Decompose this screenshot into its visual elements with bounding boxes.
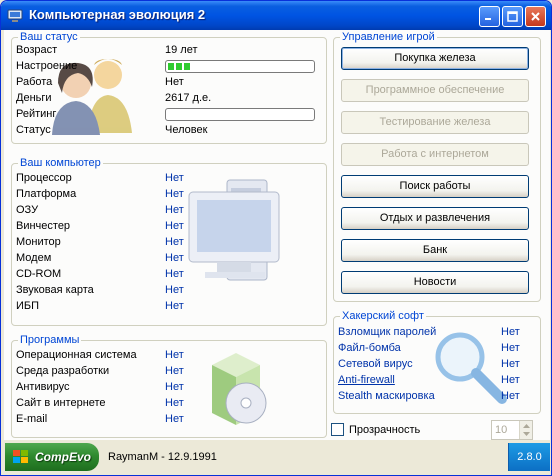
stealth-value: Нет	[501, 390, 520, 402]
computer-row-ram: ОЗУ	[16, 204, 39, 216]
file-bomb-value: Нет	[501, 342, 520, 354]
status-group: Ваш статус Возраст 19 лет Настроение Раб…	[11, 30, 327, 144]
email-value: Нет	[165, 413, 184, 425]
ide-value: Нет	[165, 365, 184, 377]
version-label: 2.8.0	[508, 443, 550, 471]
close-icon	[531, 12, 540, 21]
anti-firewall-value: Нет	[501, 374, 520, 386]
computer-icon	[188, 179, 280, 281]
network-virus-value: Нет	[501, 358, 520, 370]
start-button[interactable]: CompEvo 2	[5, 443, 99, 471]
transparency-spinner[interactable]: 10	[491, 420, 533, 440]
hacker-group: Хакерский софт Взломщик паролей Нет Файл…	[333, 309, 541, 414]
os-value: Нет	[165, 349, 184, 361]
app-icon	[7, 9, 23, 22]
hacker-row-network-virus: Сетевой вирус	[338, 358, 413, 370]
spinner-up-icon	[523, 424, 530, 428]
status-bar: CompEvo 2 RaymanM - 12.9.1991 2.8.0	[4, 440, 550, 473]
player-info: RaymanM - 12.9.1991	[108, 451, 217, 463]
website-value: Нет	[165, 397, 184, 409]
control-group: Управление игрой Покупка железа Программ…	[333, 30, 541, 302]
hacker-row-anti-firewall: Anti-firewall	[338, 374, 395, 386]
hacker-group-title: Хакерский софт	[340, 309, 426, 323]
status-row-mood: Настроение	[16, 60, 78, 72]
job-value: Нет	[165, 76, 184, 88]
age-value: 19 лет	[165, 44, 198, 56]
status-row-money: Деньги	[16, 92, 52, 104]
program-row-ide: Среда разработки	[16, 365, 110, 377]
program-row-os: Операционная система	[16, 349, 137, 361]
spinner-arrows[interactable]	[519, 421, 532, 439]
transparency-checkbox[interactable]	[331, 423, 344, 436]
computer-row-cdrom: CD-ROM	[16, 268, 62, 280]
start-button-label: CompEvo 2	[35, 450, 92, 464]
computer-row-modem: Модем	[16, 252, 52, 264]
status-row-job: Работа	[16, 76, 53, 88]
ups-value: Нет	[165, 300, 184, 312]
hacker-row-password-cracker: Взломщик паролей	[338, 326, 437, 338]
computer-row-ups: ИБП	[16, 300, 40, 312]
status-value: Человек	[165, 124, 208, 136]
programs-group-title: Программы	[18, 333, 82, 347]
status-row-age: Возраст	[16, 44, 58, 56]
platform-value: Нет	[165, 188, 184, 200]
internet-button[interactable]: Работа с интернетом	[341, 143, 529, 166]
soundcard-value: Нет	[165, 284, 184, 296]
programs-group: Программы Операционная система Нет Среда…	[11, 333, 327, 438]
status-row-rating: Рейтинг	[16, 108, 57, 120]
transparency-value: 10	[495, 424, 508, 436]
minimize-icon	[485, 18, 491, 20]
control-group-title: Управление игрой	[340, 30, 437, 44]
maximize-button[interactable]	[502, 6, 523, 27]
modem-value: Нет	[165, 252, 184, 264]
magnifier-icon	[435, 332, 507, 404]
title-bar[interactable]: Компьютерная эволюция 2	[1, 1, 551, 30]
leisure-button[interactable]: Отдых и развлечения	[341, 207, 529, 230]
windows-logo-icon	[13, 450, 28, 463]
money-value: 2617 д.е.	[165, 92, 212, 104]
computer-row-soundcard: Звуковая карта	[16, 284, 94, 296]
hacker-row-file-bomb: Файл-бомба	[338, 342, 401, 354]
antivirus-value: Нет	[165, 381, 184, 393]
program-row-website: Сайт в интернете	[16, 397, 106, 409]
transparency-label: Прозрачность	[349, 424, 421, 436]
computer-row-monitor: Монитор	[16, 236, 61, 248]
mood-progress	[165, 60, 315, 73]
status-row-status: Статус	[16, 124, 51, 136]
hacker-row-stealth: Stealth маскировка	[338, 390, 435, 402]
monitor-value: Нет	[165, 236, 184, 248]
software-button[interactable]: Программное обеспечение	[341, 79, 529, 102]
buy-hardware-button[interactable]: Покупка железа	[341, 47, 529, 70]
close-button[interactable]	[525, 6, 546, 27]
maximize-icon	[507, 11, 518, 22]
computer-row-platform: Платформа	[16, 188, 77, 200]
computer-row-cpu: Процессор	[16, 172, 72, 184]
computer-group: Ваш компьютер Процессор Нет Платформа Не…	[11, 156, 327, 326]
computer-row-hdd: Винчестер	[16, 220, 71, 232]
cdrom-value: Нет	[165, 268, 184, 280]
main-window: Компьютерная эволюция 2 Ваш статус Возра…	[0, 0, 552, 476]
test-hardware-button[interactable]: Тестирование железа	[341, 111, 529, 134]
computer-group-title: Ваш компьютер	[18, 156, 103, 170]
mood-progress-fill	[168, 63, 192, 70]
software-box-icon	[212, 353, 267, 425]
password-cracker-value: Нет	[501, 326, 520, 338]
rating-progress	[165, 108, 315, 121]
cpu-value: Нет	[165, 172, 184, 184]
news-button[interactable]: Новости	[341, 271, 529, 294]
spinner-down-icon	[523, 432, 530, 436]
job-search-button[interactable]: Поиск работы	[341, 175, 529, 198]
bank-button[interactable]: Банк	[341, 239, 529, 262]
hdd-value: Нет	[165, 220, 184, 232]
program-row-antivirus: Антивирус	[16, 381, 70, 393]
minimize-button[interactable]	[479, 6, 500, 27]
window-title: Компьютерная эволюция 2	[29, 7, 206, 22]
client-area: Ваш статус Возраст 19 лет Настроение Раб…	[4, 30, 550, 440]
program-row-email: E-mail	[16, 413, 48, 425]
ram-value: Нет	[165, 204, 184, 216]
